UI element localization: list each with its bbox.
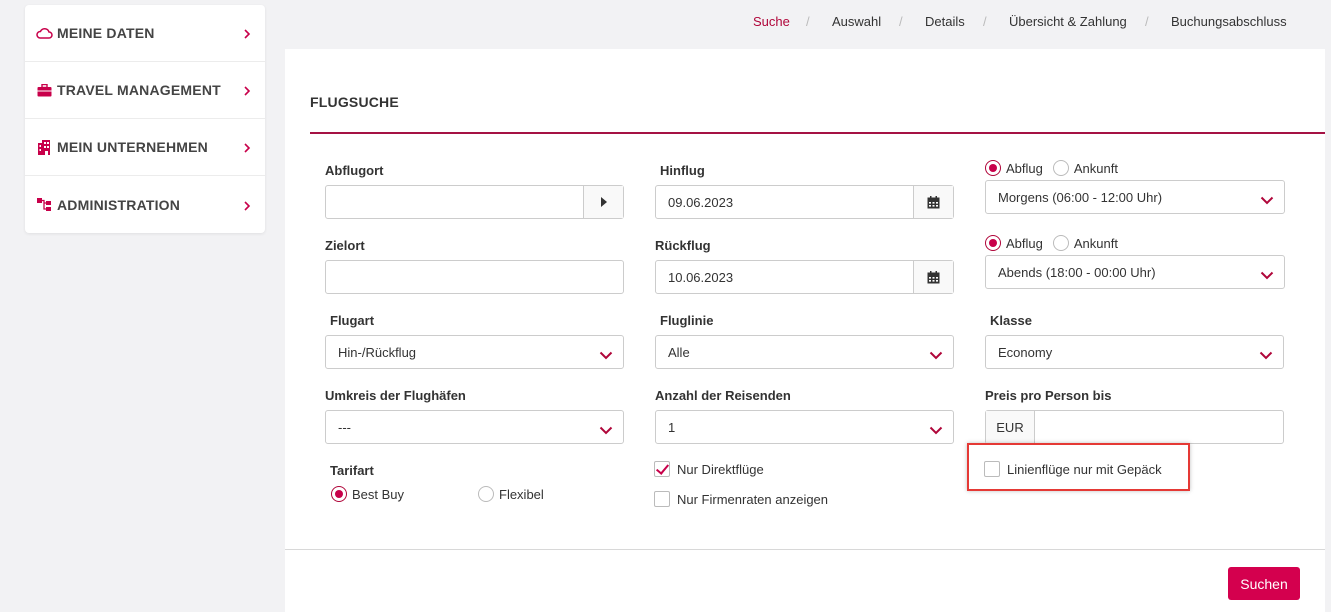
max-price-input[interactable]: EUR [985, 410, 1284, 444]
chevron-down-icon [1260, 268, 1274, 283]
outbound-time-mode: Abflug Ankunft [985, 160, 1118, 176]
destination-label: Zielort [325, 238, 365, 253]
direct-only-option[interactable]: Nur Direktflüge [654, 461, 764, 477]
airline-select[interactable]: Alle [655, 335, 954, 369]
search-button[interactable]: Suchen [1228, 567, 1300, 600]
direct-only-label: Nur Direktflüge [677, 461, 764, 477]
return-time-mode: Abflug Ankunft [985, 235, 1118, 251]
travelers-select[interactable]: 1 [655, 410, 954, 444]
calendar-icon[interactable] [913, 261, 953, 293]
fare-best-buy-option[interactable]: Best Buy [331, 486, 404, 502]
sidebar-item-travel-management[interactable]: TRAVEL MANAGEMENT [25, 62, 265, 119]
departure-label: Abflugort [325, 163, 384, 178]
direct-only-checkbox[interactable] [654, 461, 670, 477]
flight-search-panel: FLUGSUCHE Abflugort Hinflug 09.06.2023 A… [285, 49, 1325, 612]
breadcrumb-separator: / [1145, 14, 1149, 29]
title-divider [310, 132, 1325, 134]
breadcrumb-step-auswahl[interactable]: Auswahl [832, 14, 881, 29]
return-ankunft-label: Ankunft [1073, 235, 1118, 251]
chevron-right-icon [243, 199, 251, 211]
currency-prefix: EUR [986, 411, 1035, 443]
building-icon [35, 139, 53, 155]
radius-label: Umkreis der Flughäfen [325, 388, 466, 403]
company-rates-checkbox[interactable] [654, 491, 670, 507]
sidebar-nav: MEINE DATEN TRAVEL MANAGEMENT MEIN UNTER… [25, 5, 265, 233]
calendar-icon[interactable] [913, 186, 953, 218]
fare-flexible-radio[interactable] [478, 486, 494, 502]
return-abflug-label: Abflug [1006, 235, 1043, 251]
sitemap-icon [35, 197, 53, 213]
return-date-value: 10.06.2023 [668, 269, 734, 285]
chevron-down-icon [929, 348, 943, 363]
airline-label: Fluglinie [660, 313, 714, 328]
outbound-date-value: 09.06.2023 [668, 194, 734, 210]
fare-best-buy-label: Best Buy [352, 486, 405, 502]
return-label: Rückflug [655, 238, 711, 253]
chevron-down-icon [599, 348, 613, 363]
company-rates-option[interactable]: Nur Firmenraten anzeigen [654, 491, 828, 507]
outbound-ankunft-label: Ankunft [1073, 160, 1118, 176]
chevron-down-icon [929, 423, 943, 438]
company-rates-label: Nur Firmenraten anzeigen [677, 491, 829, 507]
fare-flexible-label: Flexibel [499, 486, 544, 502]
chevron-down-icon [599, 423, 613, 438]
class-value: Economy [998, 344, 1053, 360]
breadcrumb-separator: / [983, 14, 987, 29]
page-title: FLUGSUCHE [310, 94, 399, 110]
briefcase-icon [35, 82, 53, 98]
return-abflug-radio[interactable] [985, 235, 1001, 251]
play-icon[interactable] [583, 186, 623, 218]
sidebar-item-administration[interactable]: ADMINISTRATION [25, 176, 265, 233]
outbound-ankunft-radio[interactable] [1052, 160, 1069, 176]
return-ankunft-radio[interactable] [1052, 235, 1069, 251]
chevron-down-icon [1260, 193, 1274, 208]
chevron-right-icon [243, 141, 251, 153]
breadcrumb-step-buchungsabschluss[interactable]: Buchungsabschluss [1171, 14, 1287, 29]
travelers-value: 1 [668, 419, 676, 435]
return-time-select[interactable]: Abends (18:00 - 00:00 Uhr) [985, 255, 1285, 289]
outbound-abflug-label: Abflug [1006, 160, 1043, 176]
fare-best-buy-radio[interactable] [331, 486, 347, 502]
outbound-abflug-radio[interactable] [985, 160, 1001, 176]
chevron-down-icon [1259, 348, 1273, 363]
breadcrumb-step-suche[interactable]: Suche [753, 14, 790, 29]
sidebar-item-label: ADMINISTRATION [57, 196, 181, 213]
return-time-value: Abends (18:00 - 00:00 Uhr) [998, 264, 1156, 280]
breadcrumb: Suche / Auswahl / Details / Übersicht & … [0, 14, 1331, 32]
fare-type-label: Tarifart [330, 463, 374, 478]
departure-input[interactable] [325, 185, 624, 219]
sidebar-item-label: TRAVEL MANAGEMENT [57, 82, 221, 98]
flight-type-label: Flugart [330, 313, 375, 328]
radius-select[interactable]: --- [325, 410, 624, 444]
footer-divider [285, 549, 1325, 550]
outbound-label: Hinflug [660, 163, 705, 178]
max-price-label: Preis pro Person bis [985, 388, 1112, 403]
flight-type-value: Hin-/Rückflug [338, 344, 417, 360]
radius-value: --- [338, 419, 351, 435]
flight-type-select[interactable]: Hin-/Rückflug [325, 335, 624, 369]
sidebar-item-label: MEIN UNTERNEHMEN [57, 139, 208, 155]
breadcrumb-separator: / [806, 14, 810, 29]
fare-flexible-option[interactable]: Flexibel [478, 486, 544, 502]
class-label: Klasse [990, 313, 1032, 328]
outbound-time-value: Morgens (06:00 - 12:00 Uhr) [998, 189, 1163, 205]
breadcrumb-separator: / [899, 14, 903, 29]
return-date-input[interactable]: 10.06.2023 [655, 260, 954, 294]
class-select[interactable]: Economy [985, 335, 1284, 369]
travelers-label: Anzahl der Reisenden [655, 388, 791, 403]
airline-value: Alle [668, 344, 690, 360]
destination-input[interactable] [325, 260, 624, 294]
sidebar-item-mein-unternehmen[interactable]: MEIN UNTERNEHMEN [25, 119, 265, 176]
highlight-box [967, 443, 1190, 491]
breadcrumb-step-uebersicht[interactable]: Übersicht & Zahlung [1009, 14, 1127, 29]
outbound-date-input[interactable]: 09.06.2023 [655, 185, 954, 219]
breadcrumb-step-details[interactable]: Details [925, 14, 965, 29]
chevron-right-icon [243, 84, 251, 96]
outbound-time-select[interactable]: Morgens (06:00 - 12:00 Uhr) [985, 180, 1285, 214]
